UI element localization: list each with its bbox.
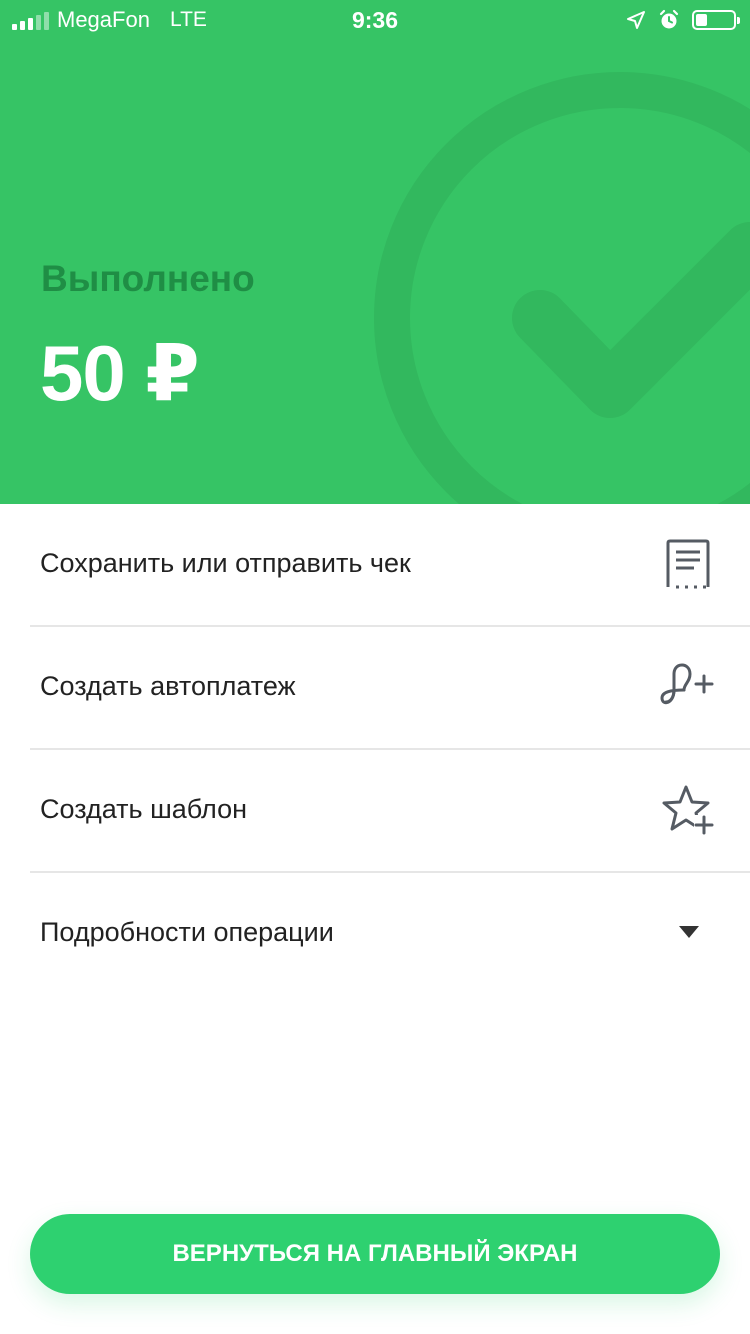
operation-details-row[interactable]: Подробности операции bbox=[30, 873, 750, 994]
create-template-label: Создать шаблон bbox=[40, 794, 248, 824]
star-plus-icon bbox=[660, 783, 716, 839]
actions-list: Сохранить или отправить чек Создать авто… bbox=[0, 504, 750, 994]
status-title: Выполнено bbox=[41, 258, 255, 299]
save-or-send-receipt-label: Сохранить или отправить чек bbox=[40, 548, 411, 578]
payment-amount: 50 ₽ bbox=[40, 329, 200, 417]
operation-details-label: Подробности операции bbox=[40, 917, 334, 947]
create-autopay-row[interactable]: Создать автоплатеж bbox=[30, 627, 750, 750]
autopay-icon bbox=[660, 660, 716, 716]
location-icon bbox=[627, 11, 645, 29]
checkmark-watermark-icon bbox=[374, 72, 750, 504]
save-or-send-receipt-row[interactable]: Сохранить или отправить чек bbox=[30, 504, 750, 627]
battery-icon bbox=[692, 10, 740, 30]
success-header: MegaFon LTE 9:36 Выполнено 50 ₽ bbox=[0, 0, 750, 504]
receipt-icon bbox=[660, 537, 716, 593]
create-template-row[interactable]: Создать шаблон bbox=[30, 750, 750, 873]
status-bar: MegaFon LTE 9:36 bbox=[0, 0, 750, 42]
create-autopay-label: Создать автоплатеж bbox=[40, 671, 296, 701]
alarm-icon bbox=[659, 9, 679, 29]
return-home-button[interactable]: ВЕРНУТЬСЯ НА ГЛАВНЫЙ ЭКРАН bbox=[30, 1214, 720, 1294]
caret-down-icon[interactable] bbox=[676, 919, 702, 945]
